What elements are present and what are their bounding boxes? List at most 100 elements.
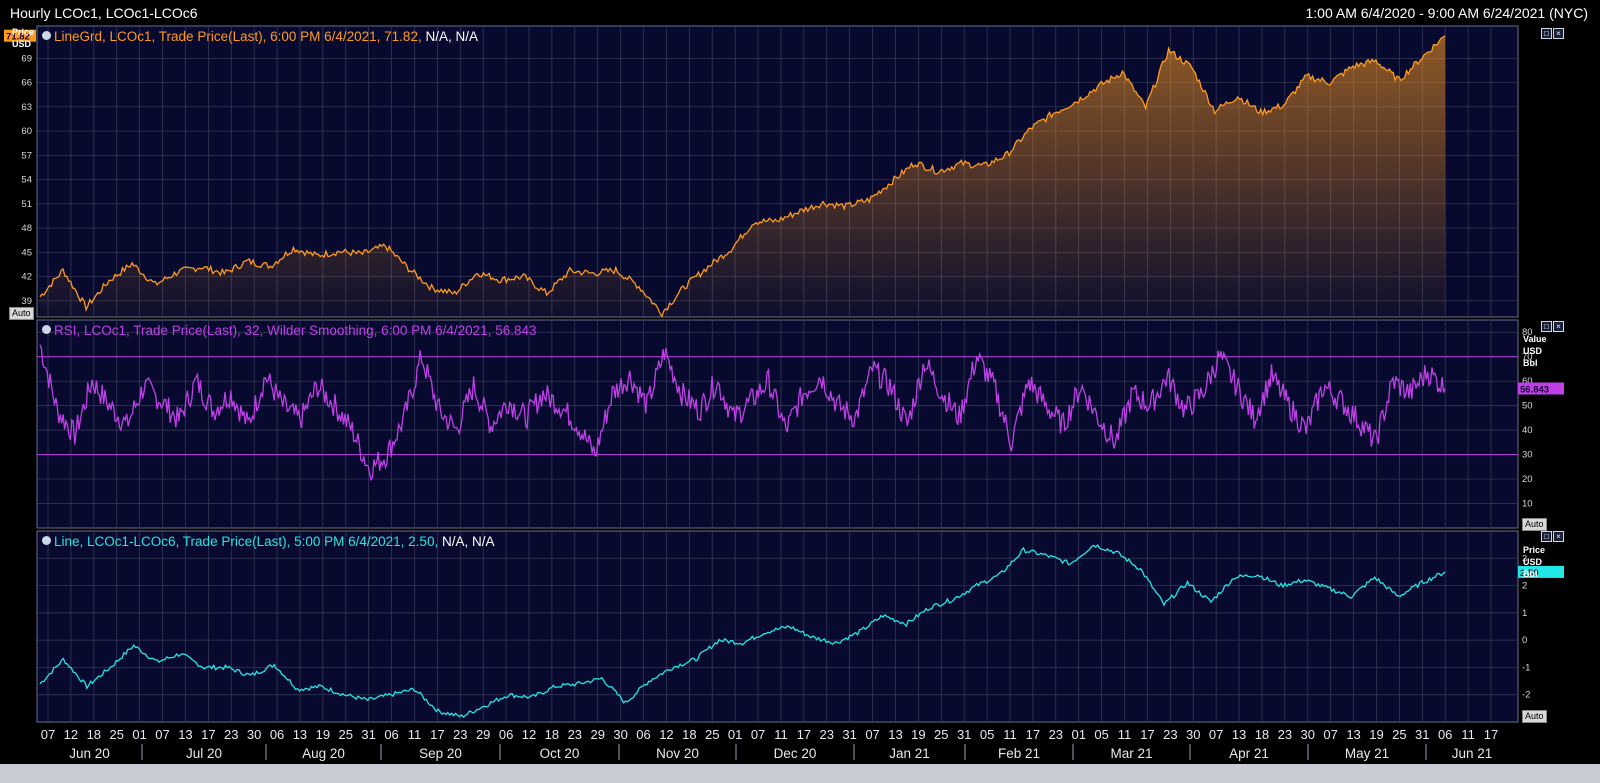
y-tick-label: -1 xyxy=(1522,662,1530,673)
x-tick-day-label: 06 xyxy=(270,727,284,742)
rsi-last-value-label: 56.843 xyxy=(1520,385,1549,396)
x-tick-day-label: 13 xyxy=(293,727,307,742)
y-tick-label: 39 xyxy=(21,296,32,307)
x-tick-day-label: 01 xyxy=(132,727,146,742)
price-maximize-icon[interactable]: □ xyxy=(1541,28,1552,39)
price-close-icon[interactable]: × xyxy=(1553,28,1564,39)
x-tick-day-label: 13 xyxy=(888,727,902,742)
x-month-label: Oct 20 xyxy=(540,746,580,761)
x-tick-day-label: 25 xyxy=(934,727,948,742)
x-tick-day-label: 18 xyxy=(1255,727,1269,742)
x-month-label: Dec 20 xyxy=(774,746,817,761)
x-tick-day-label: 25 xyxy=(109,727,123,742)
x-tick-day-label: 01 xyxy=(728,727,742,742)
x-tick-day-label: 13 xyxy=(1346,727,1360,742)
x-tick-day-label: 12 xyxy=(64,727,78,742)
spread-auto-button[interactable]: Auto xyxy=(1522,710,1547,723)
x-month-label: Aug 20 xyxy=(302,746,345,761)
spread-panel-bg xyxy=(36,530,1519,723)
x-tick-day-label: 17 xyxy=(201,727,215,742)
x-tick-day-label: 11 xyxy=(1118,727,1132,742)
x-tick-day-label: 29 xyxy=(590,727,604,742)
x-tick-day-label: 13 xyxy=(1232,727,1246,742)
chart-canvas: 394245485154576063666971.821020304050607… xyxy=(4,25,1564,761)
x-month-label: Jan 21 xyxy=(889,746,930,761)
spread-close-icon[interactable]: × xyxy=(1553,531,1564,542)
y-tick-label: 42 xyxy=(21,272,32,283)
y-tick-label: 54 xyxy=(21,175,32,186)
spread-legend: Line, LCOc1-LCOc6, Trade Price(Last), 5:… xyxy=(42,534,494,549)
x-tick-day-label: 23 xyxy=(224,727,238,742)
x-tick-day-label: 25 xyxy=(1392,727,1406,742)
rsi-panel-bg xyxy=(36,319,1519,529)
x-tick-day-label: 29 xyxy=(476,727,490,742)
legend-toggle-icon[interactable] xyxy=(42,31,51,40)
x-tick-day-label: 23 xyxy=(820,727,834,742)
x-tick-day-label: 05 xyxy=(980,727,994,742)
y-tick-label: 0 xyxy=(1522,635,1527,646)
x-tick-day-label: 17 xyxy=(1140,727,1154,742)
x-month-label: Nov 20 xyxy=(656,746,699,761)
x-month-label: May 21 xyxy=(1345,746,1389,761)
y-tick-label: 48 xyxy=(21,223,32,234)
x-month-label: Mar 21 xyxy=(1110,746,1152,761)
x-tick-day-label: 06 xyxy=(636,727,650,742)
x-tick-day-label: 07 xyxy=(41,727,55,742)
y-tick-label: 20 xyxy=(1522,474,1533,485)
y-tick-label: 51 xyxy=(21,199,32,210)
legend-toggle-icon[interactable] xyxy=(42,536,51,545)
x-tick-day-label: 17 xyxy=(1484,727,1498,742)
x-tick-day-label: 30 xyxy=(613,727,627,742)
price-auto-button[interactable]: Auto xyxy=(9,307,34,320)
x-tick-day-label: 30 xyxy=(1186,727,1200,742)
y-tick-label: 60 xyxy=(21,126,32,137)
x-tick-day-label: 11 xyxy=(1461,727,1475,742)
x-tick-day-label: 25 xyxy=(705,727,719,742)
rsi-maximize-icon[interactable]: □ xyxy=(1541,321,1552,332)
status-strip xyxy=(0,764,1600,783)
spread-maximize-icon[interactable]: □ xyxy=(1541,531,1552,542)
x-tick-day-label: 17 xyxy=(430,727,444,742)
x-tick-day-label: 07 xyxy=(1209,727,1223,742)
x-tick-day-label: 06 xyxy=(499,727,513,742)
x-tick-day-label: 17 xyxy=(797,727,811,742)
x-month-label: Jun 21 xyxy=(1452,746,1493,761)
x-tick-day-label: 07 xyxy=(1323,727,1337,742)
x-tick-day-label: 07 xyxy=(751,727,765,742)
x-tick-day-label: 23 xyxy=(1278,727,1292,742)
x-tick-day-label: 30 xyxy=(247,727,261,742)
y-tick-label: 50 xyxy=(1522,401,1533,412)
x-month-label: Jul 20 xyxy=(186,746,222,761)
x-tick-day-label: 31 xyxy=(1415,727,1429,742)
x-tick-day-label: 18 xyxy=(682,727,696,742)
x-tick-day-label: 07 xyxy=(865,727,879,742)
x-tick-day-label: 25 xyxy=(339,727,353,742)
y-tick-label: 40 xyxy=(1522,425,1533,436)
y-tick-label: 57 xyxy=(21,150,32,161)
x-tick-day-label: 23 xyxy=(1163,727,1177,742)
x-tick-day-label: 31 xyxy=(957,727,971,742)
x-tick-day-label: 11 xyxy=(408,727,422,742)
y-tick-label: 30 xyxy=(1522,450,1533,461)
y-tick-label: 63 xyxy=(21,102,32,113)
x-tick-day-label: 17 xyxy=(1026,727,1040,742)
y-tick-label: 10 xyxy=(1522,499,1533,510)
rsi-legend: RSI, LCOc1, Trade Price(Last), 32, Wilde… xyxy=(42,323,537,338)
x-tick-day-label: 19 xyxy=(911,727,925,742)
x-month-label: Apr 21 xyxy=(1229,746,1269,761)
x-tick-day-label: 30 xyxy=(1301,727,1315,742)
x-tick-day-label: 12 xyxy=(659,727,673,742)
price-legend: LineGrd, LCOc1, Trade Price(Last), 6:00 … xyxy=(42,29,478,44)
x-tick-day-label: 23 xyxy=(1049,727,1063,742)
y-tick-label: 2 xyxy=(1522,581,1527,592)
x-month-label: Jun 20 xyxy=(69,746,110,761)
rsi-close-icon[interactable]: × xyxy=(1553,321,1564,332)
y-tick-label: -2 xyxy=(1522,690,1530,701)
x-tick-day-label: 01 xyxy=(1071,727,1085,742)
x-tick-day-label: 07 xyxy=(155,727,169,742)
rsi-auto-button[interactable]: Auto xyxy=(1522,518,1547,531)
y-tick-label: 69 xyxy=(21,53,32,64)
y-tick-label: 1 xyxy=(1522,608,1527,619)
legend-toggle-icon[interactable] xyxy=(42,325,51,334)
x-tick-day-label: 23 xyxy=(453,727,467,742)
